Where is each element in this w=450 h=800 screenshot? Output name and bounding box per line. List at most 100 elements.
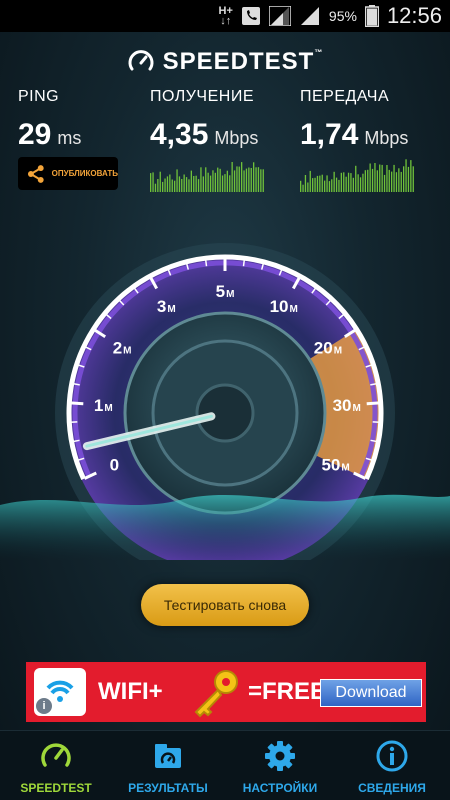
- sparkline-bar: [324, 180, 326, 192]
- sparkline-bar: [193, 176, 195, 192]
- sparkline-bar: [393, 164, 395, 192]
- nav-label-results: РЕЗУЛЬТАТЫ: [128, 781, 208, 795]
- sparkline-bar: [304, 175, 307, 192]
- sparkline-bar: [159, 171, 161, 192]
- sparkline-bar: [169, 174, 171, 192]
- sparkline-bar: [219, 168, 221, 192]
- sparkline-bar: [309, 170, 311, 192]
- ping-value: 29: [18, 118, 52, 151]
- sparkline-bar: [205, 167, 207, 192]
- download-value: 4,35: [150, 118, 209, 151]
- gauge-label-unit: M: [341, 463, 349, 474]
- ping-unit: ms: [57, 128, 82, 148]
- key-icon: [186, 668, 242, 723]
- nav-label-settings: НАСТРОЙКИ: [242, 781, 318, 795]
- clock: 12:56: [386, 3, 442, 28]
- nav-tab-results[interactable]: РЕЗУЛЬТАТЫ: [112, 731, 224, 800]
- sparkline-bar: [214, 172, 216, 192]
- gauge-label-number: 10: [270, 297, 289, 316]
- gauge-label-unit: M: [104, 403, 112, 414]
- ad-text-free: =FREE: [248, 678, 327, 705]
- ad-banner[interactable]: i WIFI+ =FREE Download: [26, 662, 426, 722]
- share-button[interactable]: ОПУБЛИКОВАТЬ: [18, 157, 118, 190]
- gauge-label-unit: M: [167, 304, 175, 315]
- gauge-label: 0: [110, 456, 119, 475]
- gauge-label-unit: M: [334, 345, 342, 356]
- speedometer-logo-icon: [128, 50, 154, 71]
- sparkline-bar: [391, 171, 393, 192]
- info-icon: [375, 739, 409, 778]
- sparkline-bar: [233, 170, 236, 192]
- gauge-label-number: 3: [157, 297, 166, 316]
- gauge-major-tick: [366, 401, 380, 406]
- nav-tab-settings[interactable]: НАСТРОЙКИ: [224, 731, 336, 800]
- sparkline-bar: [217, 167, 219, 192]
- wifi-app-icon: i: [34, 668, 86, 716]
- sparkline-bar: [236, 166, 238, 192]
- sparkline-bar: [345, 176, 347, 192]
- upload-unit: Mbps: [364, 128, 409, 148]
- sparkline-bar: [352, 177, 354, 192]
- sparkline-bar: [379, 164, 381, 192]
- nav-label-speedtest: SPEEDTEST: [20, 781, 92, 795]
- sparkline-bar: [314, 177, 316, 192]
- trademark: ™: [314, 48, 324, 57]
- gauge-label-number: 1: [94, 396, 103, 415]
- sparkline-bar: [178, 176, 181, 192]
- sparkline-bar: [398, 168, 400, 192]
- gauge-label-number: 20: [314, 338, 333, 357]
- sparkline-bar: [316, 175, 319, 192]
- nav-tab-speedtest[interactable]: SPEEDTEST: [0, 731, 112, 800]
- sparkline-bar: [343, 172, 345, 192]
- sparkline-bar: [241, 162, 243, 192]
- gauge-hub-inner: [195, 383, 255, 443]
- sparkline-bar: [333, 171, 335, 192]
- bottom-navigation: SPEEDTEST РЕЗУЛЬТАТЫ НАСТРОЙКИ СВЕДЕНИЯ: [0, 730, 450, 800]
- gauge-minor-tick: [204, 259, 208, 267]
- sparkline-bar: [188, 179, 190, 192]
- network-type-label: H+: [218, 5, 233, 17]
- gauge-major-tick: [70, 401, 84, 406]
- sparkline-bar: [395, 172, 398, 192]
- speed-gauge: 01M2M3M5M10M20M30M50M: [0, 243, 450, 560]
- sparkline-bar: [403, 166, 405, 192]
- speedometer-icon: [39, 739, 73, 778]
- app-title-text: SPEEDTEST: [162, 48, 315, 75]
- nav-label-info: СВЕДЕНИЯ: [358, 781, 426, 795]
- sparkline-bar: [164, 178, 166, 192]
- ad-text-wifi: WIFI+: [98, 678, 163, 705]
- decorative-wave: [0, 494, 450, 560]
- sparkline-bar: [181, 179, 183, 192]
- gauge-label-number: 0: [110, 456, 119, 475]
- sparkline-bar: [407, 166, 410, 192]
- sparkline-bar: [362, 173, 364, 192]
- signal-icon: [268, 6, 291, 26]
- ad-info-icon[interactable]: i: [36, 698, 52, 714]
- sparkline-bar: [248, 167, 250, 192]
- sparkline-bar: [221, 175, 224, 192]
- results-icon: [151, 739, 185, 778]
- gauge-label-unit: M: [289, 304, 297, 315]
- battery-percent: 95%: [328, 8, 357, 24]
- sparkline-bar: [257, 167, 260, 192]
- sparkline-bar: [400, 171, 402, 192]
- retest-button[interactable]: Тестировать снова: [141, 584, 309, 626]
- sparkline-bar: [231, 162, 233, 192]
- upload-stat: ПЕРЕДАЧА 1,74 Mbps: [300, 88, 408, 152]
- sparkline-bar: [154, 183, 157, 192]
- share-icon: [27, 164, 44, 183]
- sparkline-bar: [183, 174, 185, 192]
- sparkline-bar: [226, 170, 228, 192]
- sparkline-bar: [410, 160, 412, 192]
- sparkline-bar: [185, 177, 188, 192]
- nav-tab-info[interactable]: СВЕДЕНИЯ: [336, 731, 448, 800]
- download-label: ПОЛУЧЕНИЕ: [150, 88, 254, 105]
- upload-label: ПЕРЕДАЧА: [300, 88, 390, 105]
- ad-download-button[interactable]: Download: [320, 679, 422, 707]
- sparkline-bar: [243, 170, 245, 192]
- sparkline-bar: [150, 173, 152, 192]
- sparkline-bar: [326, 175, 328, 192]
- sparkline-bar: [412, 166, 414, 192]
- gauge-label-number: 5: [216, 282, 225, 301]
- sparkline-bar: [209, 175, 212, 192]
